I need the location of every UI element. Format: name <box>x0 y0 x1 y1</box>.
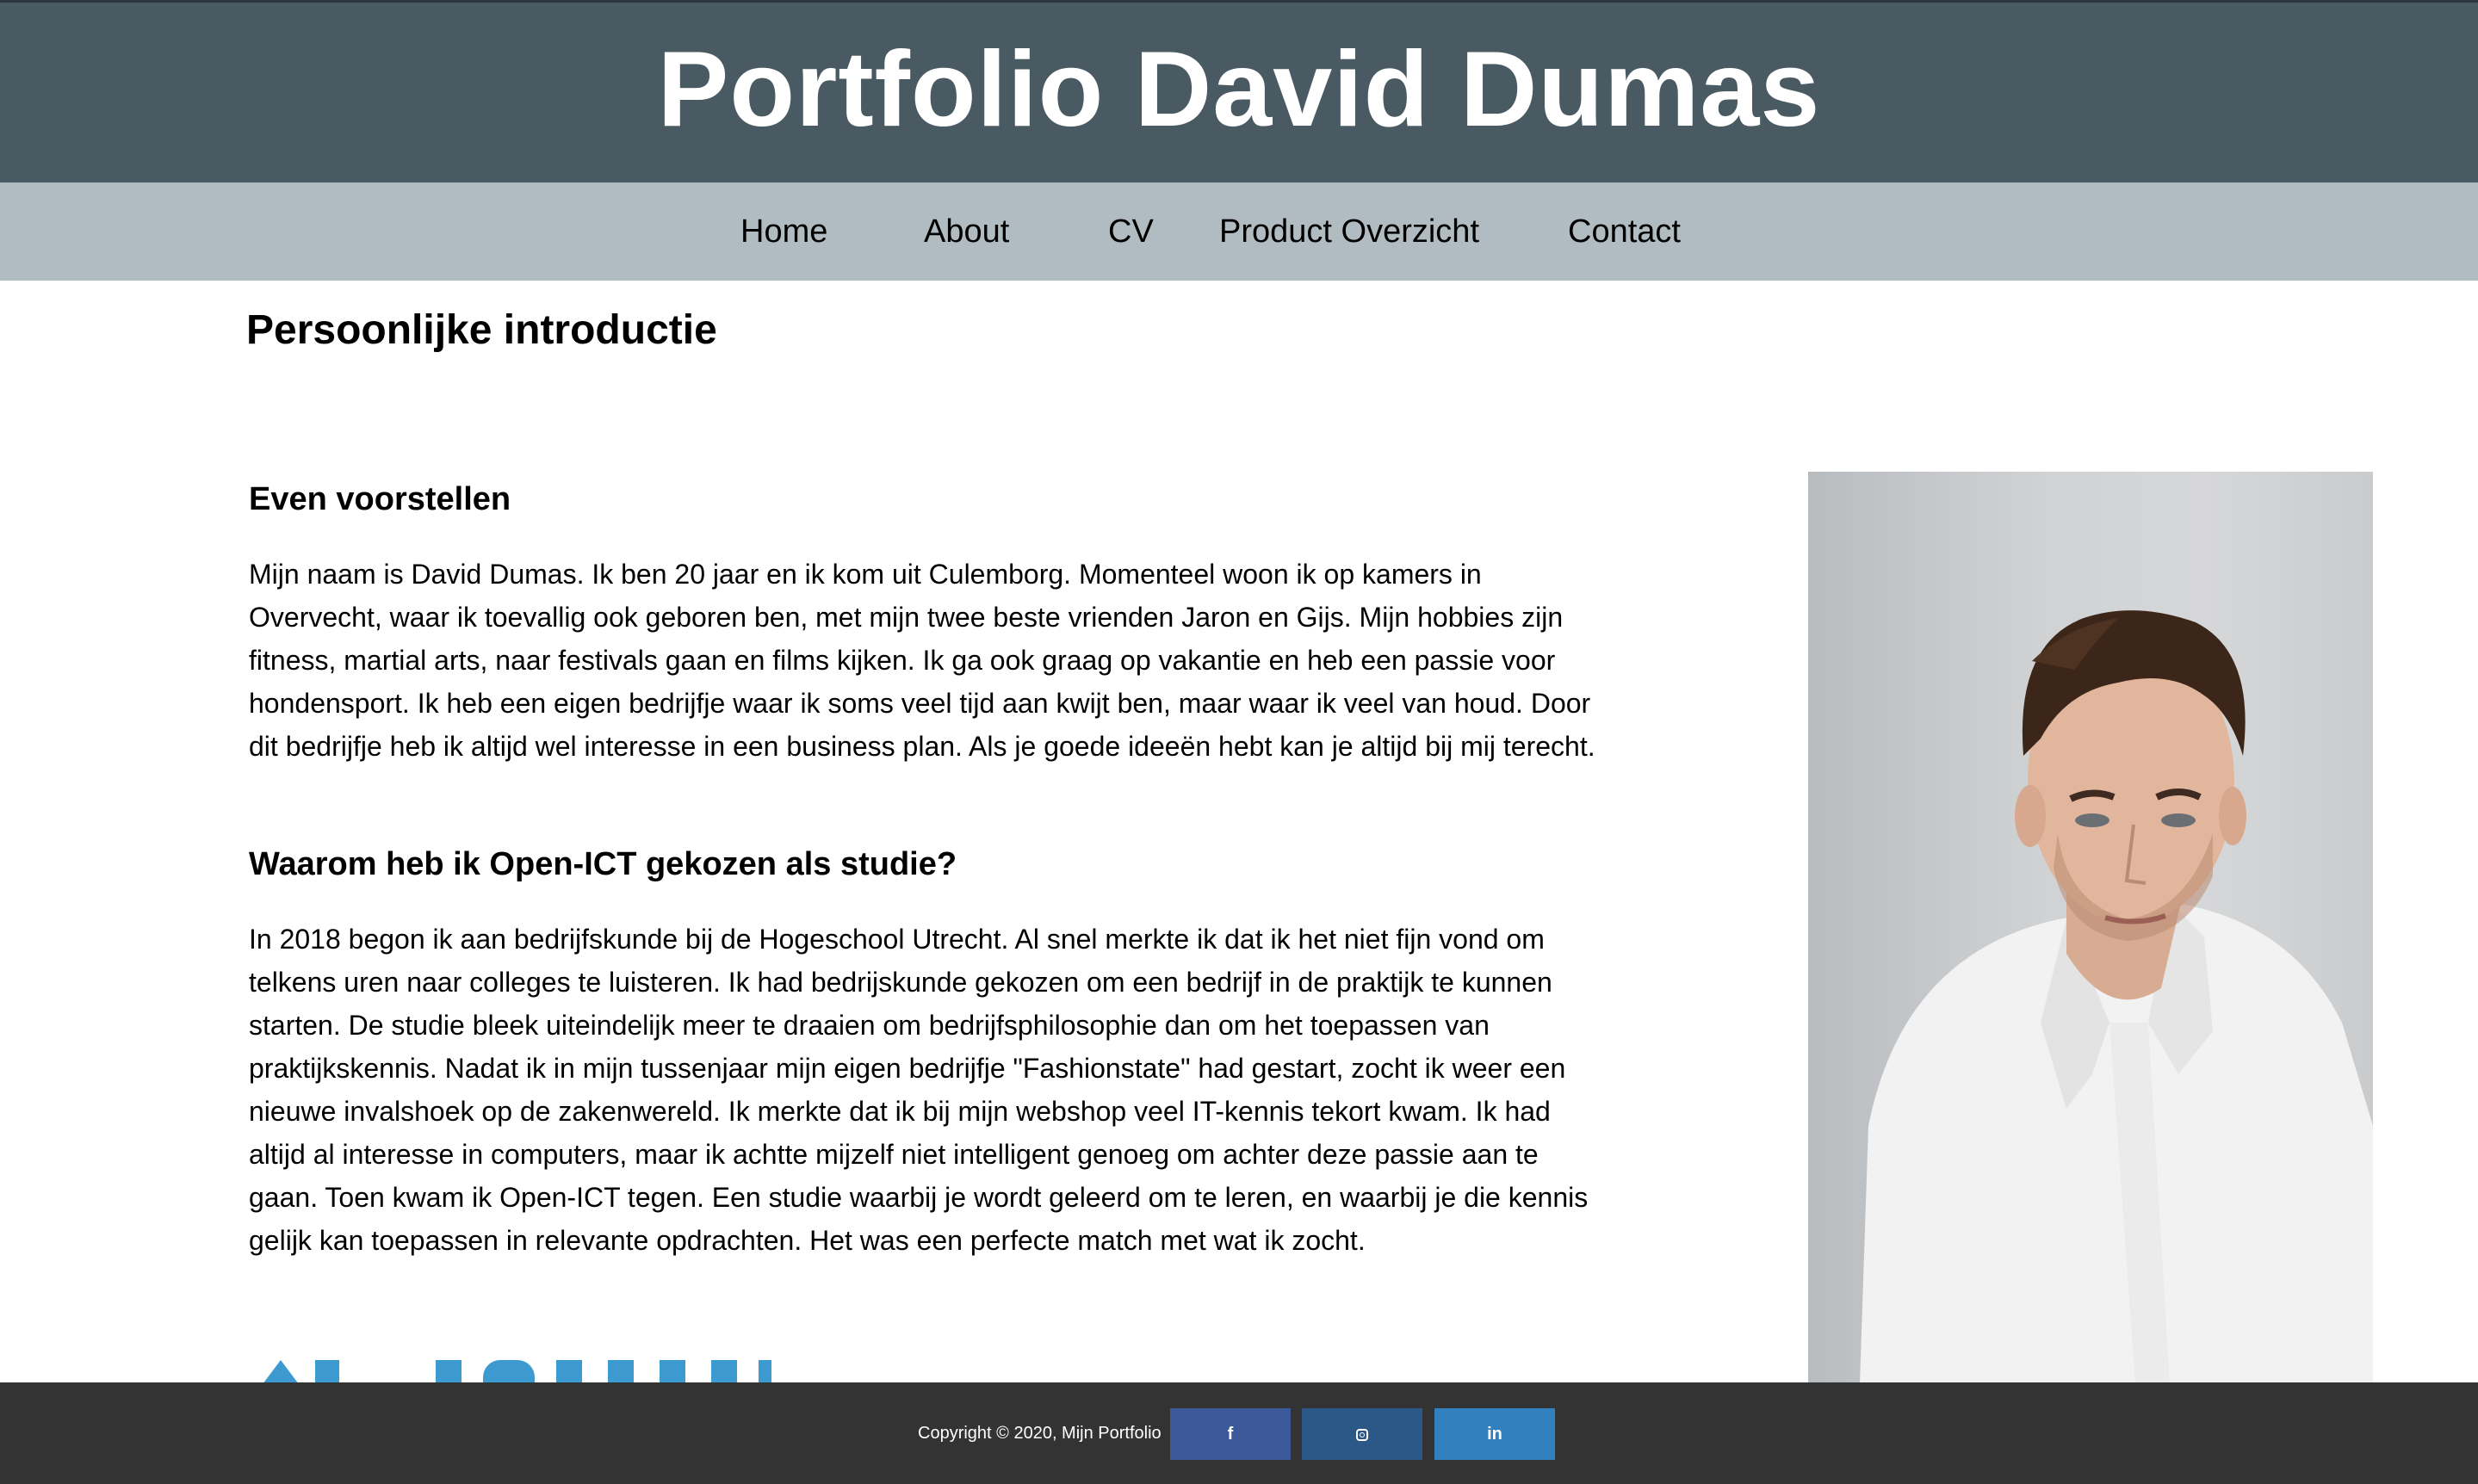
section-title: Persoonlijke introductie <box>246 307 717 353</box>
instagram-button[interactable] <box>1302 1408 1422 1460</box>
why-paragraph: In 2018 begon ik aan bedrijfskunde bij d… <box>249 924 1589 1256</box>
page: Portfolio David Dumas Home About CV Prod… <box>0 0 2478 1484</box>
instagram-icon <box>1356 1428 1368 1441</box>
site-title: Portfolio David Dumas <box>657 29 1821 149</box>
partial-logo-image <box>255 1351 771 1386</box>
linkedin-button[interactable]: in <box>1434 1408 1555 1460</box>
facebook-button[interactable]: f <box>1170 1408 1291 1460</box>
linkedin-icon: in <box>1487 1425 1502 1444</box>
nav-contact-link[interactable]: Contact <box>1568 182 1681 281</box>
facebook-icon: f <box>1227 1425 1234 1444</box>
main-nav: Home About CV Product Overzicht Contact <box>0 182 2478 281</box>
nav-cv-link[interactable]: CV <box>1108 182 1154 281</box>
intro-heading: Even voorstellen <box>249 481 511 517</box>
why-heading: Waarom heb ik Open-ICT gekozen als studi… <box>249 846 957 882</box>
profile-photo <box>1808 472 2373 1384</box>
nav-product-overzicht-link[interactable]: Product Overzicht <box>1219 182 1479 281</box>
nav-home-link[interactable]: Home <box>740 182 827 281</box>
portrait-illustration <box>1860 610 2373 1384</box>
intro-paragraph: Mijn naam is David Dumas. Ik ben 20 jaar… <box>249 559 1595 762</box>
site-footer: Copyright © 2020, Mijn Portfolio f in <box>0 1382 2478 1484</box>
site-header: Portfolio David Dumas <box>0 0 2478 182</box>
nav-about-link[interactable]: About <box>924 182 1009 281</box>
copyright-text: Copyright © 2020, Mijn Portfolio <box>918 1424 1162 1443</box>
